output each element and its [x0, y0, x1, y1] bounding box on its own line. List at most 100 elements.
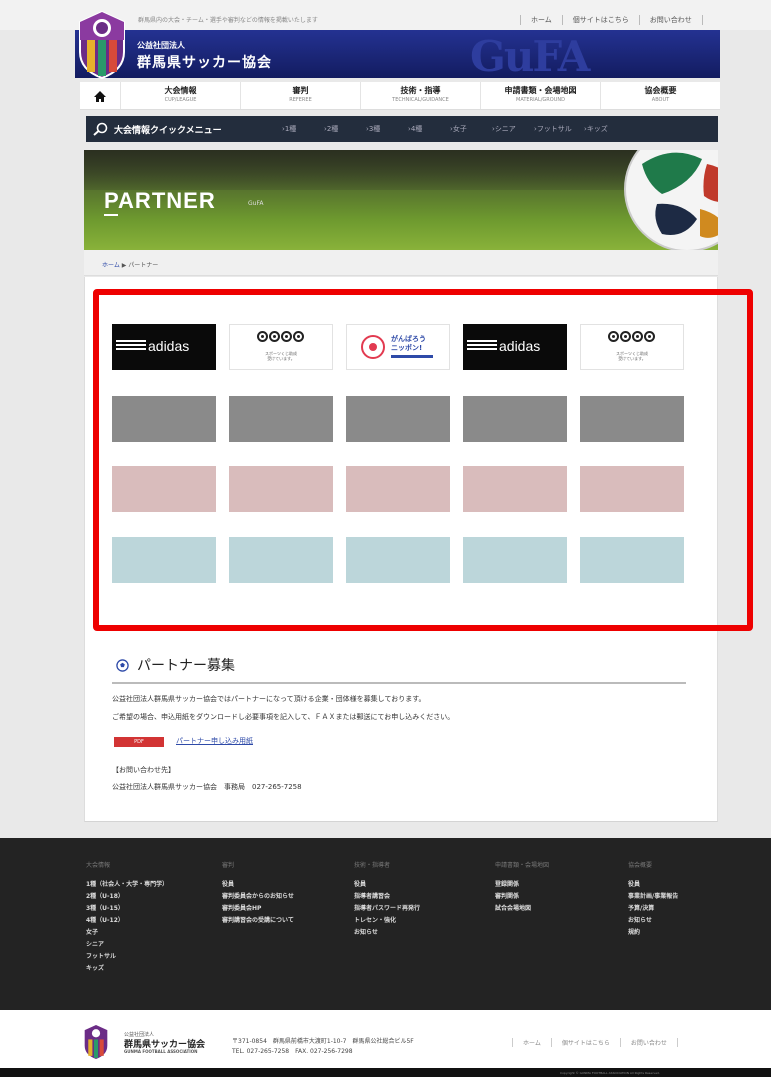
- quick-item-3[interactable]: ›3種: [366, 124, 408, 134]
- footer-link[interactable]: 役員: [222, 879, 294, 891]
- footer-link[interactable]: 4種（U-12）: [86, 915, 168, 927]
- footer-column-material: 申請書類・会場地図 登録関係 審判関係 試合会場地図: [495, 860, 549, 915]
- nav-item-referee[interactable]: 審判 REFEREE: [240, 82, 360, 109]
- nav-sublabel: ABOUT: [651, 97, 670, 103]
- nav-label: 申請書類・会場地図: [504, 86, 577, 95]
- association-title[interactable]: 群馬県サッカー協会: [137, 52, 272, 72]
- footer-links: ホーム 個サイトはこちら お問い合わせ: [512, 1038, 678, 1047]
- nav-label: 審判: [292, 86, 309, 95]
- copyright-text: Copyright © GUNMA FOOTBALL ASSOCIATION A…: [560, 1071, 660, 1075]
- footer-link[interactable]: 女子: [86, 927, 168, 939]
- nav-item-material[interactable]: 申請書類・会場地図 MATERIAL/GROUND: [480, 82, 600, 109]
- top-link-site[interactable]: 個サイトはこちら: [561, 15, 639, 25]
- footer-link[interactable]: お知らせ: [354, 927, 420, 939]
- quick-menu: 大会情報クイックメニュー ›1種 ›2種 ›3種 ›4種 ›女子 ›シニア ›フ…: [86, 116, 718, 142]
- recruit-paragraph: 公益社団法人群馬県サッカー協会ではパートナーになって頂ける企業・団体様を募集して…: [112, 695, 426, 703]
- quick-item-label: 1種: [284, 125, 297, 133]
- nav-label: 協会概要: [644, 86, 677, 95]
- quick-item-4[interactable]: ›4種: [408, 124, 450, 134]
- footer-link[interactable]: 3種（U-15）: [86, 903, 168, 915]
- nav-item-about[interactable]: 協会概要 ABOUT: [600, 82, 720, 109]
- footer-link[interactable]: キッズ: [86, 963, 168, 975]
- footer-link-home[interactable]: ホーム: [512, 1038, 551, 1047]
- footer-link[interactable]: 事業計画/事業報告: [628, 891, 678, 903]
- recruit-paragraph: ご希望の場合、申込用紙をダウンロードし必要事項を記入して、ＦＡＸまたは郵送にてお…: [112, 713, 455, 721]
- highlight-box: [93, 289, 753, 631]
- page: 群馬県内の大会・チーム・選手や審判などの情報を掲載いたします ホーム 個サイトは…: [0, 0, 771, 1077]
- footer-link[interactable]: 審判講習会の受講について: [222, 915, 294, 927]
- nav-sublabel: TECHNICAL/GUIDANCE: [392, 97, 449, 103]
- footer-link[interactable]: 予算/決算: [628, 903, 678, 915]
- footer-phone: TEL. 027-265-7258 FAX. 027-256-7298: [232, 1048, 353, 1055]
- footer-column-head[interactable]: 大会情報: [86, 860, 168, 869]
- footer-link[interactable]: 審判委員会からのお知らせ: [222, 891, 294, 903]
- footer-link[interactable]: シニア: [86, 939, 168, 951]
- footer-column-head[interactable]: 技術・指導者: [354, 860, 420, 869]
- quick-item-label: キッズ: [586, 125, 608, 133]
- quick-item-2[interactable]: ›2種: [324, 124, 366, 134]
- quick-menu-label: 大会情報クイックメニュー: [114, 125, 222, 136]
- application-form-link[interactable]: パートナー申し込み用紙: [176, 736, 253, 746]
- footer-logo[interactable]: [83, 1024, 109, 1060]
- footer-column-head[interactable]: 審判: [222, 860, 294, 869]
- nav-sublabel: CUP/LEAGUE: [164, 97, 197, 103]
- soccer-ball-image: [624, 150, 718, 250]
- footer-link[interactable]: 役員: [354, 879, 420, 891]
- title-underline: [104, 214, 118, 216]
- quick-item-label: 女子: [452, 125, 467, 133]
- top-link-contact[interactable]: お問い合わせ: [638, 15, 703, 25]
- contact-info: 公益社団法人群馬県サッカー協会 事務局 027-265-7258: [112, 783, 302, 791]
- quick-item-senior[interactable]: ›シニア: [492, 124, 534, 134]
- breadcrumb: ホーム ▶ パートナー: [84, 250, 718, 276]
- footer-link-contact[interactable]: お問い合わせ: [619, 1038, 678, 1047]
- breadcrumb-home[interactable]: ホーム: [102, 262, 120, 269]
- page-subtitle: GuFA: [248, 200, 264, 207]
- nav-label: 大会情報: [164, 86, 197, 95]
- footer-column-cup: 大会情報 1種（社会人・大学・専門学） 2種（U-18） 3種（U-15） 4種…: [86, 860, 168, 975]
- nav-item-cup[interactable]: 大会情報 CUP/LEAGUE: [120, 82, 240, 109]
- footer-link[interactable]: 1種（社会人・大学・専門学）: [86, 879, 168, 891]
- pdf-badge: PDF: [114, 737, 164, 747]
- top-links: ホーム 個サイトはこちら お問い合わせ: [520, 15, 703, 25]
- footer-link[interactable]: 登録関係: [495, 879, 549, 891]
- footer-link[interactable]: 役員: [628, 879, 678, 891]
- footer-link[interactable]: 指導者パスワード再発行: [354, 903, 420, 915]
- quick-item-label: シニア: [494, 125, 516, 133]
- footer-link-site[interactable]: 個サイトはこちら: [550, 1038, 620, 1047]
- site-tagline: 群馬県内の大会・チーム・選手や審判などの情報を掲載いたします: [138, 17, 318, 24]
- quick-item-women[interactable]: ›女子: [450, 124, 492, 134]
- section-title-text: パートナー募集: [137, 658, 235, 674]
- quick-item-label: 4種: [410, 125, 423, 133]
- quick-item-futsal[interactable]: ›フットサル: [534, 124, 584, 134]
- home-icon: [94, 91, 106, 102]
- footer-link[interactable]: トレセン・強化: [354, 915, 420, 927]
- footer-column-head[interactable]: 協会概要: [628, 860, 678, 869]
- soccer-ball-icon: [116, 658, 129, 672]
- footer-link[interactable]: 審判関係: [495, 891, 549, 903]
- footer-column-head[interactable]: 申請書類・会場地図: [495, 860, 549, 869]
- footer-column-about: 協会概要 役員 事業計画/事業報告 予算/決算 お知らせ 規約: [628, 860, 678, 939]
- nav-home[interactable]: [80, 82, 120, 110]
- section-title: パートナー募集: [116, 655, 235, 675]
- footer-link[interactable]: 試合会場地図: [495, 903, 549, 915]
- top-link-home[interactable]: ホーム: [520, 15, 562, 25]
- contact-heading: 【お問い合わせ先】: [112, 766, 175, 774]
- header-brand-watermark: GuFA: [470, 32, 590, 81]
- quick-item-1[interactable]: ›1種: [282, 124, 324, 134]
- quick-item-label: フットサル: [536, 125, 572, 133]
- footer-link[interactable]: 指導者講習会: [354, 891, 420, 903]
- quick-menu-items: ›1種 ›2種 ›3種 ›4種 ›女子 ›シニア ›フットサル ›キッズ: [282, 124, 626, 134]
- nav-item-technical[interactable]: 技術・指導 TECHNICAL/GUIDANCE: [360, 82, 480, 109]
- footer-association-english: GUNMA FOOTBALL ASSOCIATION: [124, 1049, 198, 1054]
- association-logo[interactable]: [77, 10, 127, 80]
- quick-item-kids[interactable]: ›キッズ: [584, 124, 626, 134]
- nav-sublabel: MATERIAL/GROUND: [516, 97, 565, 103]
- quick-item-label: 2種: [326, 125, 339, 133]
- footer-link[interactable]: 規約: [628, 927, 678, 939]
- footer-link[interactable]: フットサル: [86, 951, 168, 963]
- footer-link[interactable]: 2種（U-18）: [86, 891, 168, 903]
- footer-link[interactable]: 審判委員会HP: [222, 903, 294, 915]
- breadcrumb-separator: ▶: [119, 262, 129, 269]
- footer-link[interactable]: お知らせ: [628, 915, 678, 927]
- nav-sublabel: REFEREE: [289, 97, 312, 103]
